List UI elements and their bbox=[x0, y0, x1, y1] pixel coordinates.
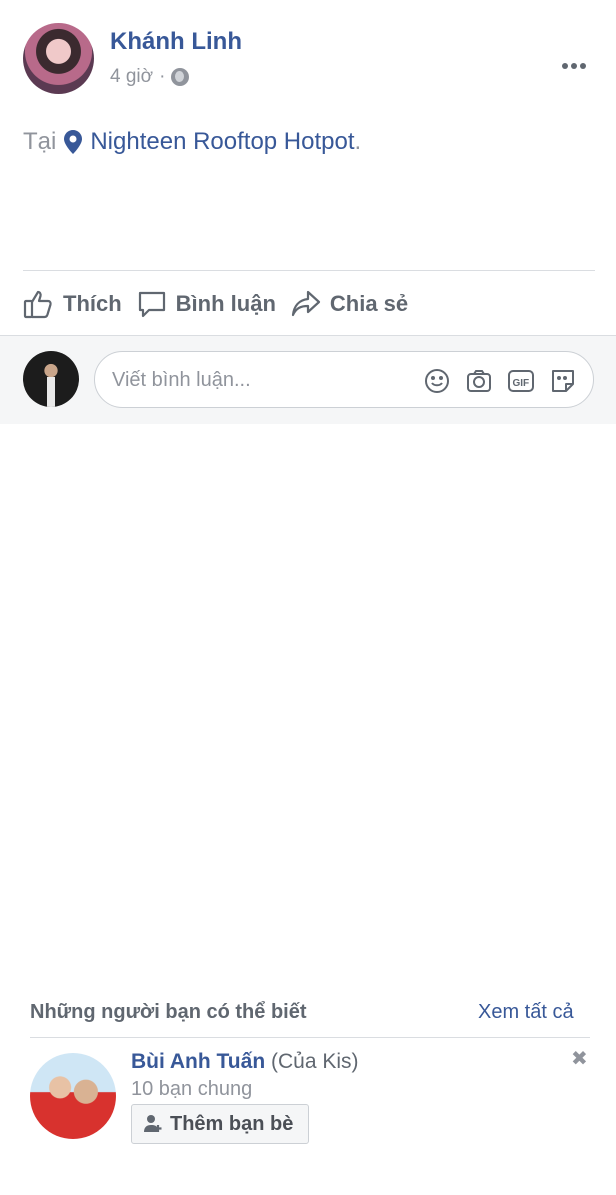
location-link[interactable]: Nighteen Rooftop Hotpot bbox=[90, 128, 354, 156]
friend-via: (Của Kis) bbox=[271, 1050, 359, 1073]
add-friend-button[interactable]: Thêm bạn bè bbox=[131, 1104, 310, 1144]
globe-icon[interactable] bbox=[171, 68, 190, 86]
like-label: Thích bbox=[63, 291, 122, 316]
comment-icon bbox=[138, 291, 165, 318]
location-suffix: . bbox=[354, 128, 362, 155]
comment-label: Bình luận bbox=[175, 291, 276, 316]
divider bbox=[30, 1037, 590, 1038]
meta-separator: · bbox=[159, 66, 166, 87]
author-name[interactable]: Khánh Linh bbox=[110, 28, 242, 56]
emoji-icon[interactable] bbox=[423, 367, 451, 395]
friend-name-line: Bùi Anh Tuấn (Của Kis) bbox=[131, 1050, 359, 1074]
add-friend-icon bbox=[144, 1115, 162, 1132]
like-button[interactable]: Thích bbox=[23, 288, 122, 320]
post-meta: 4 giờ · bbox=[110, 66, 190, 88]
share-label: Chia sẻ bbox=[329, 291, 409, 316]
comment-box[interactable]: GIF bbox=[94, 351, 594, 409]
thumbs-up-icon bbox=[23, 290, 52, 319]
divider bbox=[23, 270, 595, 271]
suggestions-title: Những người bạn có thể biết bbox=[30, 1001, 307, 1023]
comment-input[interactable] bbox=[110, 352, 414, 409]
location-pin-icon bbox=[64, 130, 83, 154]
friend-name[interactable]: Bùi Anh Tuấn bbox=[131, 1050, 265, 1073]
post-actions: Thích Bình luận Chia sẻ bbox=[23, 283, 595, 325]
share-icon bbox=[291, 290, 320, 317]
sticker-icon[interactable] bbox=[549, 367, 577, 395]
post-location: Tại Nighteen Rooftop Hotpot . bbox=[23, 128, 361, 156]
author-avatar[interactable] bbox=[23, 23, 94, 94]
see-all-link[interactable]: Xem tất cả bbox=[478, 1001, 574, 1024]
comment-button[interactable]: Bình luận bbox=[136, 288, 276, 320]
add-friend-label: Thêm bạn bè bbox=[170, 1112, 294, 1135]
svg-text:GIF: GIF bbox=[513, 378, 530, 389]
share-button[interactable]: Chia sẻ bbox=[290, 288, 408, 320]
location-prefix: Tại bbox=[23, 128, 57, 155]
close-icon[interactable]: ✖ bbox=[571, 1049, 588, 1069]
camera-icon[interactable] bbox=[465, 367, 493, 395]
post-time[interactable]: 4 giờ bbox=[110, 66, 153, 88]
friend-avatar[interactable] bbox=[30, 1053, 116, 1139]
current-user-avatar bbox=[23, 351, 79, 407]
mutual-friends: 10 bạn chung bbox=[131, 1078, 253, 1100]
gif-icon[interactable]: GIF bbox=[507, 367, 535, 395]
more-options-icon[interactable] bbox=[562, 50, 589, 70]
